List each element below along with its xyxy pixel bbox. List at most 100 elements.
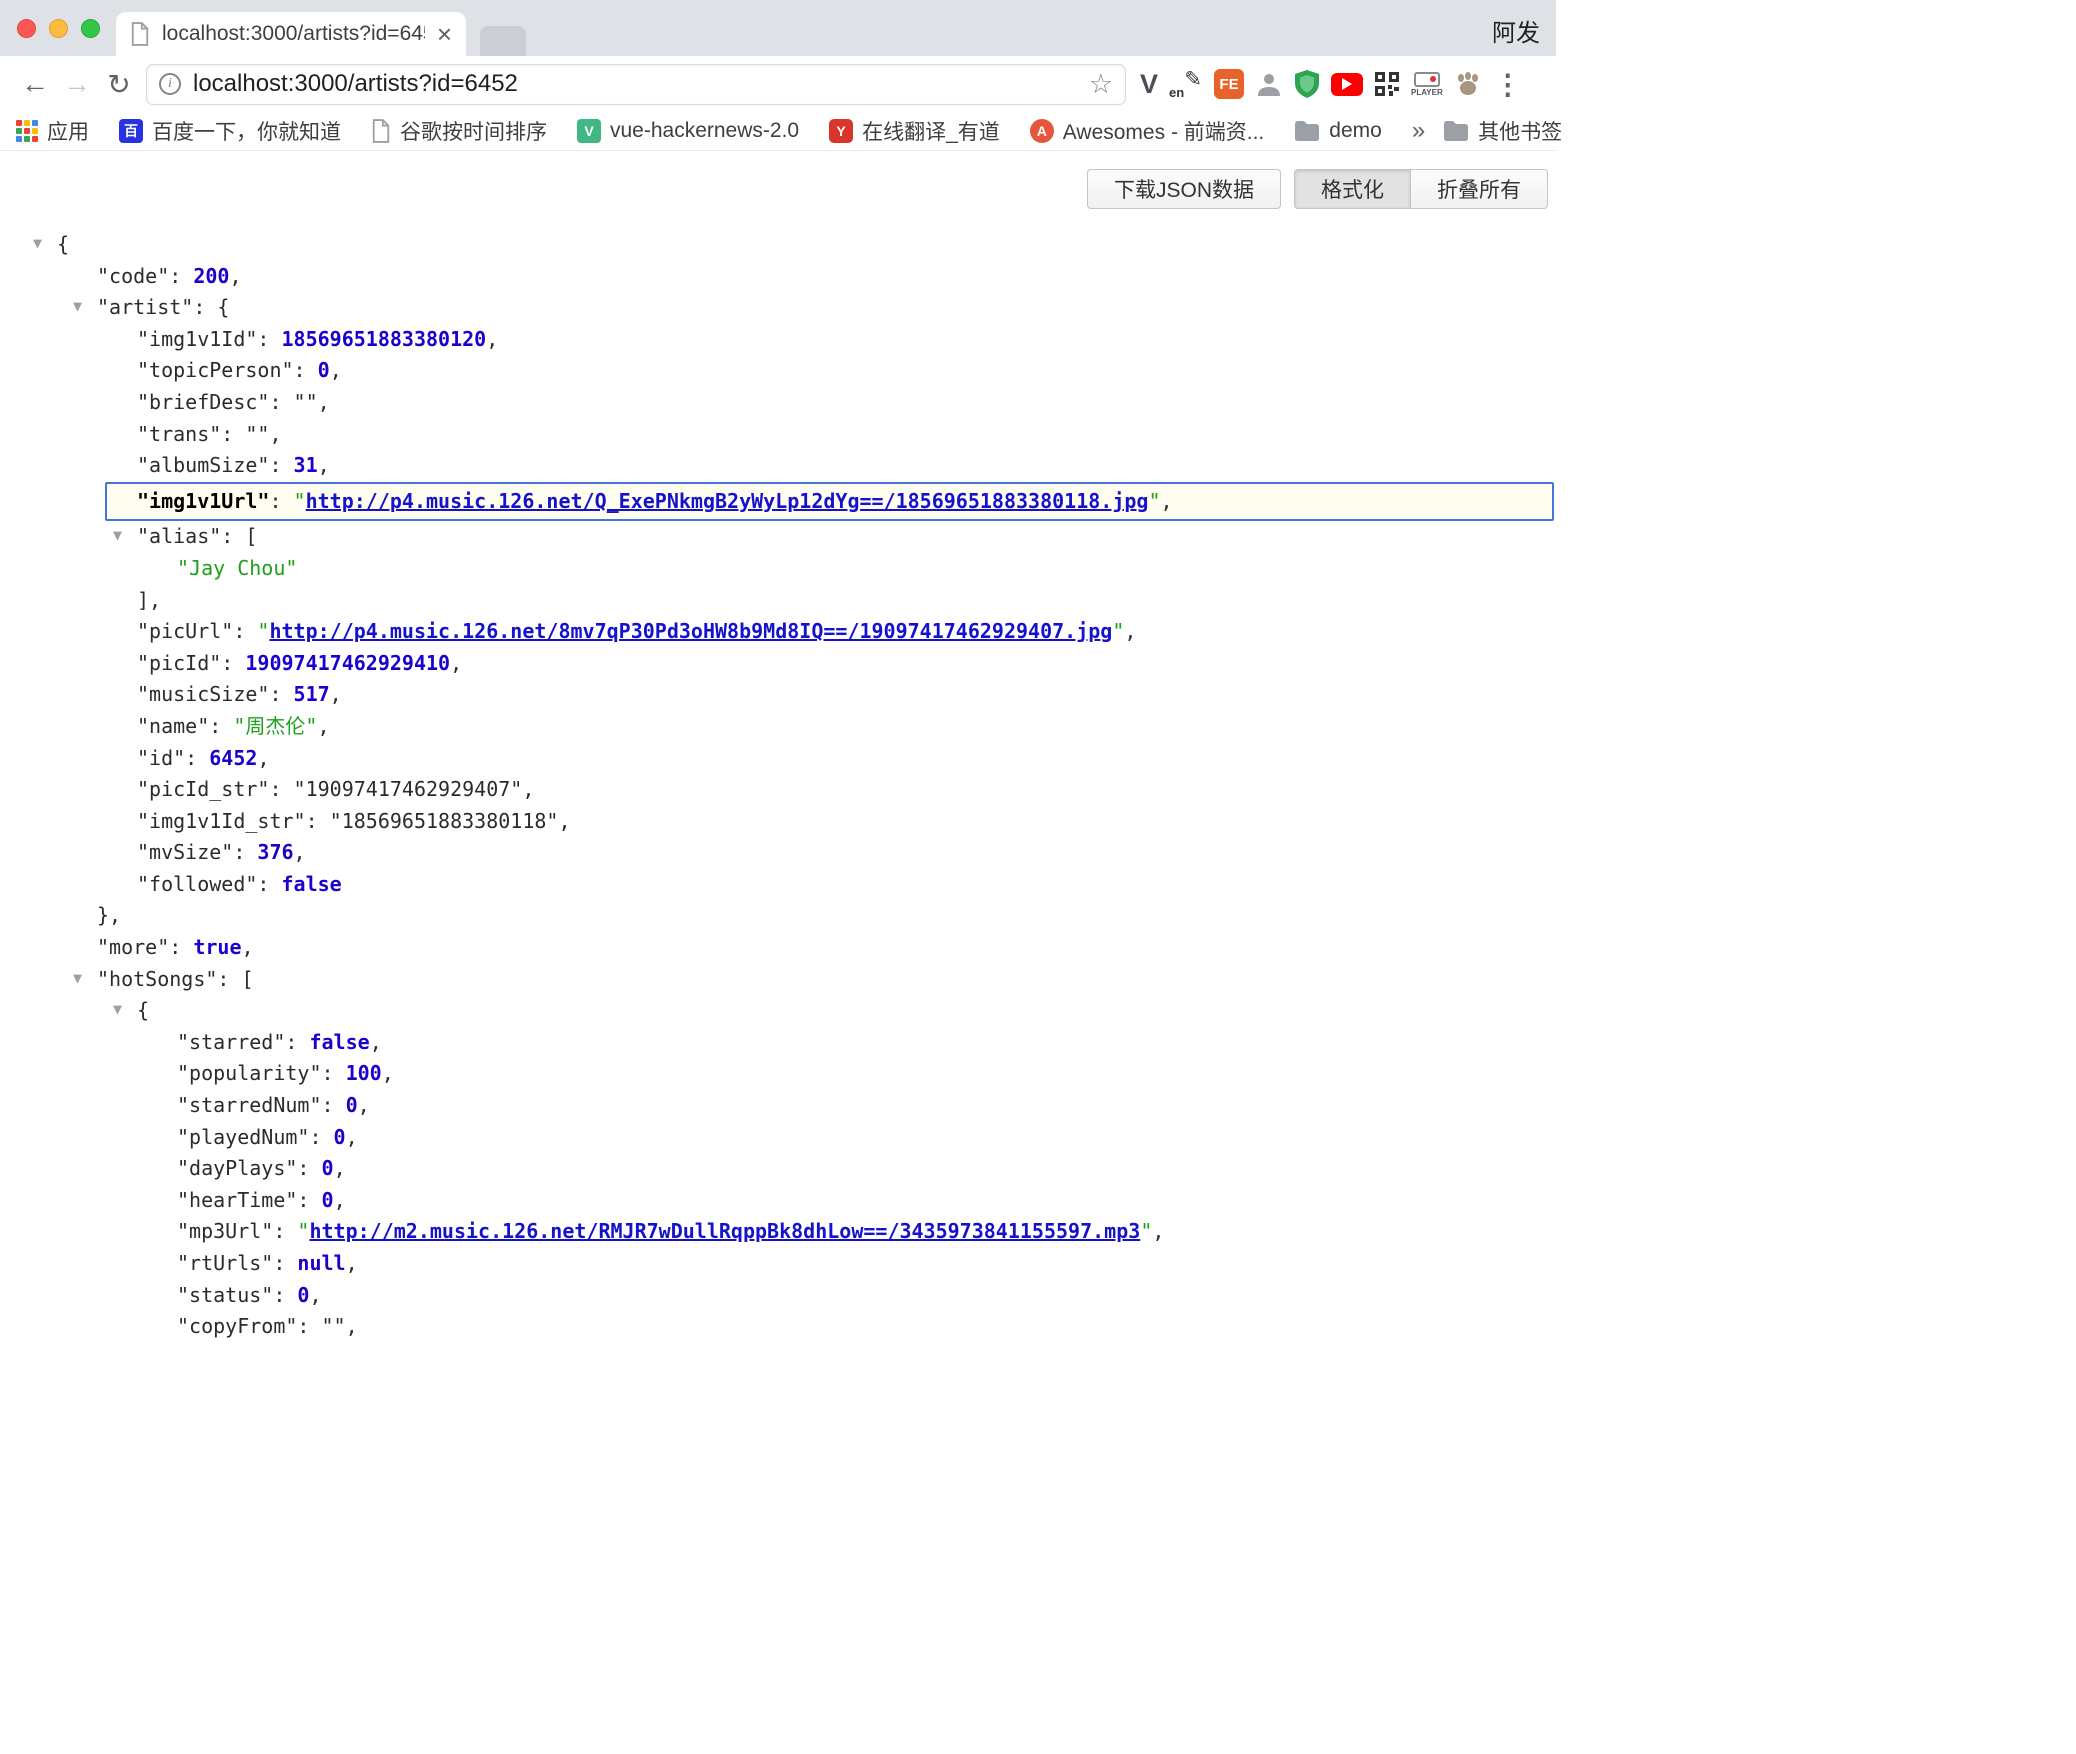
fullscreen-window-button[interactable] xyxy=(81,19,100,38)
json-token-punc: , xyxy=(1124,619,1136,643)
json-token-num: 517 xyxy=(294,682,330,706)
json-line: "starredNum": 0, xyxy=(0,1090,1556,1122)
json-token-punc: : xyxy=(269,390,293,414)
browser-tab[interactable]: localhost:3000/artists?id=645 × xyxy=(116,12,466,56)
json-token-punc: : xyxy=(297,1314,321,1338)
json-token-num: 0 xyxy=(318,358,330,382)
bookmark-demo-folder[interactable]: demo xyxy=(1294,119,1382,143)
json-token-key: "hotSongs" xyxy=(97,967,217,991)
json-line: "musicSize": 517, xyxy=(0,679,1556,711)
minimize-window-button[interactable] xyxy=(49,19,68,38)
json-token-punc: : xyxy=(257,327,281,351)
bookmark-label: 在线翻译_有道 xyxy=(862,116,1000,146)
collapse-triangle-icon[interactable]: ▼ xyxy=(113,1002,122,1017)
format-button[interactable]: 格式化 xyxy=(1294,169,1410,209)
forward-button[interactable]: → xyxy=(56,68,98,100)
json-token-str: " xyxy=(1112,619,1124,643)
collapse-triangle-icon[interactable]: ▼ xyxy=(33,236,42,251)
json-line: ▼{ xyxy=(0,229,1556,261)
json-token-num: 0 xyxy=(346,1093,358,1117)
collapse-all-button[interactable]: 折叠所有 xyxy=(1410,169,1548,209)
collapse-triangle-icon[interactable]: ▼ xyxy=(73,299,82,314)
close-window-button[interactable] xyxy=(17,19,36,38)
json-token-key: "starredNum" xyxy=(177,1093,322,1117)
json-url-link[interactable]: http://p4.music.126.net/Q_ExePNkmgB2yWyL… xyxy=(306,489,1149,513)
json-token-punc: : [ xyxy=(221,524,257,548)
json-url-link[interactable]: http://p4.music.126.net/8mv7qP30Pd3oHW8b… xyxy=(269,619,1112,643)
new-tab-button[interactable] xyxy=(480,26,526,56)
player-screen xyxy=(1414,72,1440,87)
bookmark-label: Awesomes - 前端资... xyxy=(1063,116,1265,146)
shield-icon[interactable] xyxy=(1294,69,1320,99)
json-line: ], xyxy=(0,585,1556,617)
json-token-key: "starred" xyxy=(177,1030,285,1054)
json-token-punc: : xyxy=(269,682,293,706)
json-token-dstr: "" xyxy=(294,390,318,414)
json-token-punc: : xyxy=(221,651,245,675)
json-token-str: " xyxy=(257,619,269,643)
json-line: ▼{ xyxy=(0,995,1556,1027)
json-token-punc: : xyxy=(221,422,245,446)
json-token-punc: , xyxy=(242,935,254,959)
download-json-button[interactable]: 下载JSON数据 xyxy=(1087,169,1281,209)
json-token-punc: : xyxy=(209,714,233,738)
bookmark-label: vue-hackernews-2.0 xyxy=(610,119,799,143)
youdao-icon: Y xyxy=(829,119,853,143)
fehelper-icon[interactable]: FE xyxy=(1214,69,1244,99)
json-token-key: "name" xyxy=(137,714,209,738)
qrcode-icon[interactable] xyxy=(1374,71,1400,97)
json-line: "copyFrom": "", xyxy=(0,1311,1556,1343)
url-text[interactable]: localhost:3000/artists?id=6452 xyxy=(193,70,1077,98)
bookmark-vue-hackernews[interactable]: V vue-hackernews-2.0 xyxy=(577,119,799,143)
json-token-punc: { xyxy=(137,998,149,1022)
json-token-dstr: "" xyxy=(322,1314,346,1338)
json-token-key: "albumSize" xyxy=(137,453,269,477)
json-token-punc: , xyxy=(450,651,462,675)
youtube-icon[interactable] xyxy=(1331,73,1363,96)
collapse-triangle-icon[interactable]: ▼ xyxy=(73,971,82,986)
json-token-num: 376 xyxy=(257,840,293,864)
json-token-str: " xyxy=(1140,1219,1152,1243)
json-line: "Jay Chou" xyxy=(0,553,1556,585)
json-token-key: "picId_str" xyxy=(137,777,269,801)
bookmarks-overflow-icon[interactable]: » xyxy=(1412,117,1425,145)
bookmark-youdao[interactable]: Y 在线翻译_有道 xyxy=(829,116,1000,146)
apps-grid-icon xyxy=(16,120,38,142)
json-token-punc: , xyxy=(1152,1219,1164,1243)
paw-icon[interactable] xyxy=(1454,71,1482,97)
json-token-punc: : xyxy=(309,1125,333,1149)
profile-extension-icon[interactable] xyxy=(1255,70,1283,98)
bookmark-star-icon[interactable]: ☆ xyxy=(1089,71,1113,98)
json-line: "starred": false, xyxy=(0,1027,1556,1059)
json-token-punc: ], xyxy=(137,588,161,612)
site-info-icon[interactable]: i xyxy=(159,73,181,95)
player-icon[interactable]: PLAYER xyxy=(1411,72,1443,97)
page-content: 下载JSON数据 格式化 折叠所有 ▼{"code": 200,▼"artist… xyxy=(0,151,1556,1343)
reload-button[interactable]: ↻ xyxy=(98,68,140,101)
json-token-num: 0 xyxy=(297,1283,309,1307)
json-token-num: 31 xyxy=(294,453,318,477)
translate-icon[interactable]: en ✎ xyxy=(1169,67,1203,101)
tab-close-icon[interactable]: × xyxy=(437,21,452,47)
collapse-triangle-icon[interactable]: ▼ xyxy=(113,528,122,543)
bookmark-google-sort[interactable]: 谷歌按时间排序 xyxy=(371,116,547,146)
json-line: "playedNum": 0, xyxy=(0,1122,1556,1154)
back-button[interactable]: ← xyxy=(14,68,56,100)
other-bookmarks[interactable]: 其他书签 xyxy=(1443,116,1562,146)
json-token-punc: : xyxy=(273,1283,297,1307)
navigation-bar: ← → ↻ i localhost:3000/artists?id=6452 ☆… xyxy=(0,56,1556,112)
bookmark-label: 应用 xyxy=(47,116,89,146)
bookmark-awesomes[interactable]: A Awesomes - 前端资... xyxy=(1030,116,1265,146)
json-line: }, xyxy=(0,900,1556,932)
vimium-icon[interactable]: V xyxy=(1140,69,1158,100)
json-line: "dayPlays": 0, xyxy=(0,1153,1556,1185)
bookmark-apps[interactable]: 应用 xyxy=(16,116,89,146)
browser-menu-icon[interactable]: ⋮ xyxy=(1494,68,1522,101)
json-token-keyh: "img1v1Url" xyxy=(137,489,269,513)
bookmark-baidu[interactable]: 百 百度一下，你就知道 xyxy=(119,116,341,146)
address-bar[interactable]: i localhost:3000/artists?id=6452 ☆ xyxy=(146,64,1126,105)
json-token-str: "周杰伦" xyxy=(233,714,317,738)
json-url-link[interactable]: http://m2.music.126.net/RMJR7wDullRqppBk… xyxy=(309,1219,1140,1243)
json-line: ▼"artist": { xyxy=(0,292,1556,324)
json-token-key: "mp3Url" xyxy=(177,1219,273,1243)
